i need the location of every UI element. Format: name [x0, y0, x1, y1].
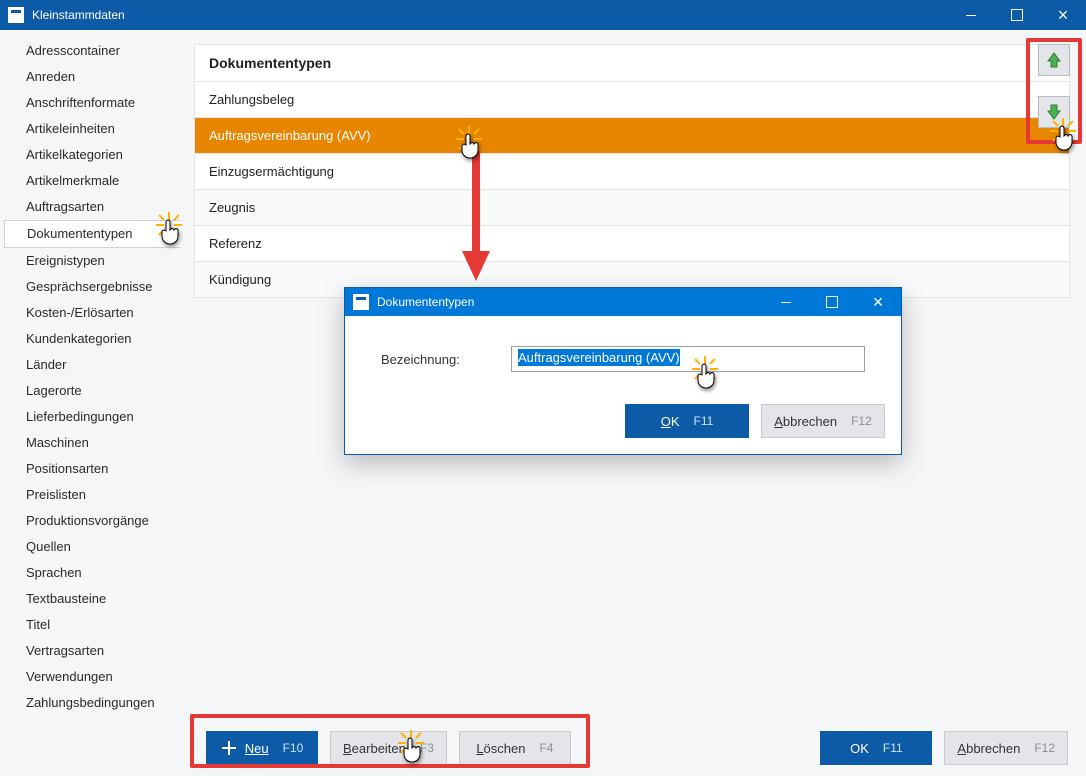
titlebar: Kleinstammdaten ×: [0, 0, 1086, 30]
delete-button-key: F4: [539, 741, 553, 755]
sidebar-item[interactable]: Dokumententypen: [4, 220, 181, 248]
cancel-button-key: F12: [1034, 741, 1055, 755]
sidebar-item[interactable]: Maschinen: [4, 430, 180, 456]
sidebar-item[interactable]: Länder: [4, 352, 180, 378]
delete-button-label-rest: öschen: [484, 741, 526, 756]
sidebar-item[interactable]: Lagerorte: [4, 378, 180, 404]
sidebar-item[interactable]: Kosten-/Erlösarten: [4, 300, 180, 326]
plus-icon: [221, 740, 237, 756]
move-up-button[interactable]: [1038, 44, 1070, 76]
cancel-button-label-rest: bbrechen: [966, 741, 1020, 756]
sidebar-item[interactable]: Textbausteine: [4, 586, 180, 612]
sidebar-item[interactable]: Preislisten: [4, 482, 180, 508]
cancel-button[interactable]: Abbrechen F12: [944, 731, 1068, 765]
list-row[interactable]: Referenz: [194, 226, 1070, 262]
dialog-body: Bezeichnung: Auftragsvereinbarung (AVV): [345, 316, 901, 386]
sidebar-item[interactable]: Artikeleinheiten: [4, 116, 180, 142]
ok-button-label: OK: [850, 741, 869, 756]
sidebar-item[interactable]: Quellen: [4, 534, 180, 560]
app-icon: [8, 7, 24, 23]
edit-button-label-rest: earbeiten: [352, 741, 406, 756]
sidebar-item[interactable]: Gesprächsergebnisse: [4, 274, 180, 300]
reorder-buttons: [1030, 44, 1078, 128]
dialog-title: Dokumententypen: [377, 295, 763, 309]
sidebar-item[interactable]: Produktionsvorgänge: [4, 508, 180, 534]
dialog-app-icon: [353, 294, 369, 310]
edit-button-key: F3: [420, 741, 434, 755]
main-window: Kleinstammdaten × AdresscontainerAnreden…: [0, 0, 1086, 776]
new-button[interactable]: Neu F10: [206, 731, 318, 765]
list-row[interactable]: Einzugsermächtigung: [194, 154, 1070, 190]
dialog-minimize-button[interactable]: [763, 287, 809, 317]
ok-button[interactable]: OK F11: [820, 731, 932, 765]
sidebar-item[interactable]: Adresscontainer: [4, 38, 180, 64]
sidebar-item[interactable]: Titel: [4, 612, 180, 638]
sidebar-item[interactable]: Sprachen: [4, 560, 180, 586]
window-close-button[interactable]: ×: [1040, 0, 1086, 30]
sidebar-item[interactable]: Positionsarten: [4, 456, 180, 482]
edit-dialog: Dokumententypen × Bezeichnung: Auftragsv…: [344, 287, 902, 455]
new-button-label: Neu: [245, 741, 269, 756]
dialog-titlebar: Dokumententypen ×: [345, 288, 901, 316]
list-row[interactable]: Zeugnis: [194, 190, 1070, 226]
window-title: Kleinstammdaten: [32, 8, 948, 22]
sidebar-item[interactable]: Anreden: [4, 64, 180, 90]
dialog-maximize-button[interactable]: [809, 287, 855, 317]
new-button-key: F10: [283, 741, 304, 755]
list-row[interactable]: Zahlungsbeleg: [194, 82, 1070, 118]
list-row[interactable]: Auftragsvereinbarung (AVV): [194, 118, 1070, 154]
sidebar-item[interactable]: Verwendungen: [4, 664, 180, 690]
dialog-ok-key: F11: [694, 414, 714, 428]
footer: Neu F10 Bearbeiten F3 Löschen F4 OK F11 …: [0, 720, 1086, 776]
sidebar: AdresscontainerAnredenAnschriftenformate…: [0, 30, 180, 720]
delete-button[interactable]: Löschen F4: [459, 731, 571, 765]
dialog-close-button[interactable]: ×: [855, 287, 901, 317]
sidebar-item[interactable]: Zahlungsbedingungen: [4, 690, 180, 716]
field-label: Bezeichnung:: [381, 352, 491, 367]
dialog-actions: OK F11 Abbrechen F12: [345, 386, 901, 454]
sidebar-item[interactable]: Vertragsarten: [4, 638, 180, 664]
ok-button-key: F11: [883, 741, 903, 755]
sidebar-item[interactable]: Lieferbedingungen: [4, 404, 180, 430]
dialog-cancel-key: F12: [851, 414, 872, 428]
sidebar-item[interactable]: Kundenkategorien: [4, 326, 180, 352]
window-minimize-button[interactable]: [948, 0, 994, 30]
list-header: Dokumententypen: [194, 44, 1070, 82]
sidebar-item[interactable]: Artikelkategorien: [4, 142, 180, 168]
arrow-up-icon: [1045, 51, 1063, 69]
sidebar-item[interactable]: Ereignistypen: [4, 248, 180, 274]
window-maximize-button[interactable]: [994, 0, 1040, 30]
sidebar-item[interactable]: Artikelmerkmale: [4, 168, 180, 194]
dialog-ok-button[interactable]: OK F11: [625, 404, 749, 438]
sidebar-item[interactable]: Auftragsarten: [4, 194, 180, 220]
edit-button[interactable]: Bearbeiten F3: [330, 731, 447, 765]
move-down-button[interactable]: [1038, 96, 1070, 128]
sidebar-item[interactable]: Anschriftenformate: [4, 90, 180, 116]
dialog-cancel-button[interactable]: Abbrechen F12: [761, 404, 885, 438]
arrow-down-icon: [1045, 103, 1063, 121]
bezeichnung-input[interactable]: [511, 346, 865, 372]
